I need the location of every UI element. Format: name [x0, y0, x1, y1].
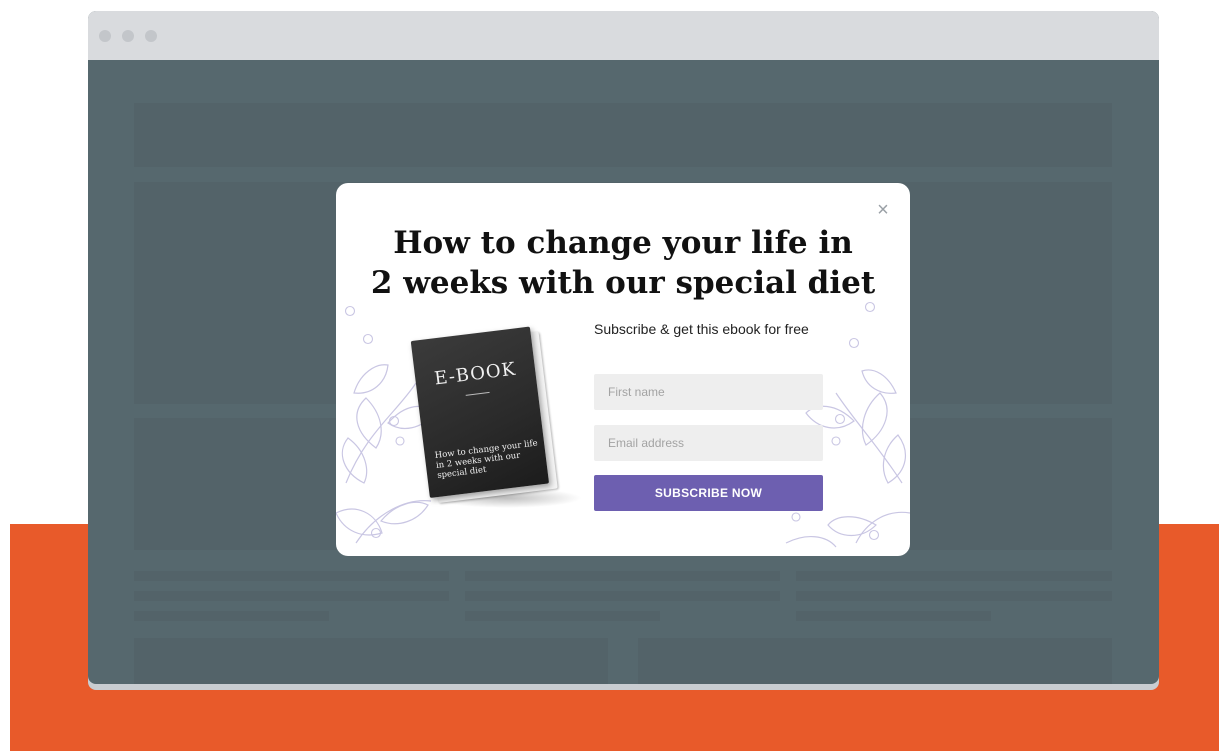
window-maximize-dot[interactable] [145, 30, 157, 42]
popup-subtitle: Subscribe & get this ebook for free [594, 321, 809, 337]
placeholder-card-left [134, 638, 608, 684]
placeholder-line [134, 591, 449, 601]
placeholder-line [796, 571, 1112, 581]
browser-window: × How to change your life in 2 weeks wit… [88, 11, 1159, 684]
placeholder-line [796, 611, 991, 621]
browser-titlebar [88, 11, 1159, 60]
subscribe-button[interactable]: SUBSCRIBE NOW [594, 475, 823, 511]
book-cover: E-BOOK How to change your life in 2 week… [410, 326, 550, 498]
placeholder-line [796, 591, 1112, 601]
window-minimize-dot[interactable] [122, 30, 134, 42]
placeholder-line [465, 591, 780, 601]
close-button[interactable]: × [874, 199, 892, 221]
book-cover-rule [465, 391, 490, 396]
popup-title: How to change your life in 2 weeks with … [336, 223, 910, 303]
placeholder-line [465, 571, 780, 581]
placeholder-line [465, 611, 660, 621]
close-icon: × [877, 199, 889, 221]
ebook-popup-modal: × How to change your life in 2 weeks wit… [336, 183, 910, 556]
window-close-dot[interactable] [99, 30, 111, 42]
placeholder-card-right [638, 638, 1112, 684]
placeholder-line [134, 571, 449, 581]
email-field[interactable] [594, 425, 823, 461]
popup-title-line-1: How to change your life in [393, 225, 853, 261]
placeholder-header-block [134, 103, 1112, 167]
popup-title-line-2: 2 weeks with our special diet [370, 265, 876, 301]
ebook-cover-image: E-BOOK How to change your life in 2 week… [410, 326, 558, 503]
book-cover-title: E-BOOK [433, 358, 518, 390]
first-name-field[interactable] [594, 374, 823, 410]
book-cover-text: How to change your life in 2 weeks with … [434, 438, 539, 481]
placeholder-line [134, 611, 329, 621]
